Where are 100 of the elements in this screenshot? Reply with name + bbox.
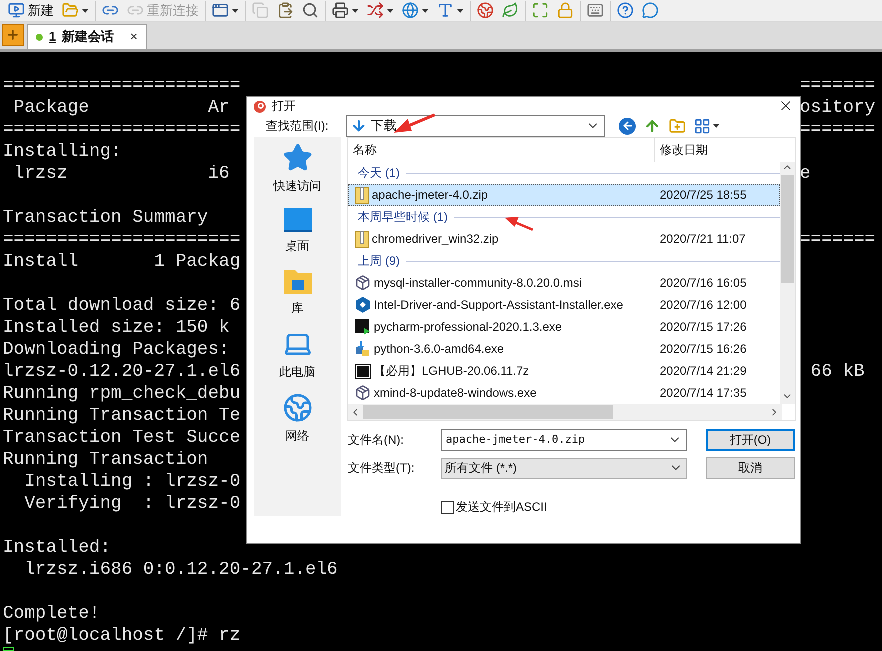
cancel-button[interactable]: 取消 xyxy=(706,457,795,479)
terminal-line: Total download size: 6 xyxy=(3,295,241,317)
file-row[interactable]: apache-jmeter-4.0.zip 2020/7/25 18:55 xyxy=(348,184,780,206)
vertical-scrollbar[interactable] xyxy=(780,162,795,404)
look-in-label: 查找范围(I): xyxy=(266,118,330,135)
hexagon-icon xyxy=(355,297,371,313)
file-row[interactable]: Intel-Driver-and-Support-Assistant-Installer.exe 2020/7/16 12:00 xyxy=(348,294,780,316)
arrow-left-icon xyxy=(622,120,634,132)
file-row[interactable]: 【必用】LGHUB-20.06.11.7z 2020/7/14 21:29 xyxy=(348,360,780,382)
printer-icon xyxy=(332,2,349,19)
horizontal-scrollbar[interactable] xyxy=(348,404,782,420)
terminal-line: Verifying : lrzsz-0 xyxy=(24,493,241,515)
terminal-line: Transaction Summary xyxy=(3,207,208,229)
group-header[interactable]: 本周早些时候 (1) xyxy=(358,208,448,226)
caret-icon xyxy=(713,124,720,128)
file-date: 2020/7/15 16:26 xyxy=(659,341,747,358)
file-name: Intel-Driver-and-Support-Assistant-Installer.exe xyxy=(374,297,624,314)
terminal-line: Running Transaction Te xyxy=(3,405,241,427)
add-tab-button[interactable] xyxy=(2,24,24,46)
terminal-line: 66 kB xyxy=(810,361,865,383)
file-name: chromedriver_win32.zip xyxy=(372,231,499,248)
file-name: pycharm-professional-2020.1.3.exe xyxy=(374,319,562,336)
back-button[interactable] xyxy=(619,118,636,134)
session-tab[interactable]: 1 新建会话 × xyxy=(27,24,147,49)
look-in-value: 下载 xyxy=(371,117,397,136)
close-tab-button[interactable]: × xyxy=(130,27,138,47)
terminal-line: Running rpm_check_debu xyxy=(3,383,241,405)
terminal-line: ======= xyxy=(800,229,876,251)
file-row[interactable]: xmind-8-update8-windows.exe 2020/7/14 17:35 xyxy=(348,382,780,404)
window-icon xyxy=(212,2,229,19)
file-row[interactable]: chromedriver_win32.zip 2020/7/21 11:07 xyxy=(348,228,780,250)
cursor xyxy=(3,647,14,651)
lock-icon xyxy=(557,2,574,19)
installer-icon xyxy=(355,275,371,291)
terminal-line: Running Transaction xyxy=(3,449,208,471)
file-date: 2020/7/25 18:55 xyxy=(659,187,747,204)
terminal-line: Transaction Test Succe xyxy=(3,427,241,449)
place-label: 此电脑 xyxy=(280,364,316,381)
caret-icon xyxy=(82,8,89,12)
file-name-field[interactable]: apache-jmeter-4.0.zip xyxy=(441,429,687,451)
file-name: 【必用】LGHUB-20.06.11.7z xyxy=(374,363,530,380)
group-header[interactable]: 今天 (1) xyxy=(358,164,400,182)
place-item[interactable]: 此电脑 xyxy=(280,329,316,381)
toolbar-button[interactable]: 新建 xyxy=(5,0,57,20)
file-row[interactable]: pycharm-professional-2020.1.3.exe 2020/7/15 17:26 xyxy=(348,316,780,338)
open-button[interactable]: 打开(O) xyxy=(706,429,795,451)
file-name: xmind-8-update8-windows.exe xyxy=(374,385,537,402)
view-menu-button[interactable] xyxy=(694,118,720,134)
star-icon xyxy=(282,143,312,173)
archive-icon xyxy=(355,364,371,378)
terminal-line: Complete! xyxy=(3,603,100,625)
file-date: 2020/7/16 16:05 xyxy=(659,275,747,292)
checkbox[interactable] xyxy=(441,500,454,514)
terminal-line: [root@localhost /]# rz xyxy=(3,625,241,647)
dialog-title: 打开 xyxy=(272,98,296,115)
file-name-label: 文件名(N): xyxy=(347,432,405,449)
file-row[interactable]: python-3.6.0-amd64.exe 2020/7/15 16:26 xyxy=(348,338,780,360)
column-header[interactable]: 名称 xyxy=(348,141,654,159)
place-item[interactable]: 桌面 xyxy=(282,207,312,255)
terminal-line: Install 1 Packag xyxy=(3,251,241,273)
caret-icon xyxy=(422,8,429,12)
group-header[interactable]: 上周 (9) xyxy=(358,252,400,270)
up-folder-icon[interactable] xyxy=(644,118,661,134)
transfer-icon xyxy=(367,2,384,19)
zip-file-icon xyxy=(355,186,369,204)
network-icon xyxy=(282,393,312,423)
file-type-label: 文件类型(T): xyxy=(347,460,416,477)
place-item[interactable]: 快速访问 xyxy=(274,143,322,195)
new-folder-icon[interactable] xyxy=(669,118,686,134)
copy-icon xyxy=(252,2,269,19)
look-in-dropdown[interactable]: 下载 xyxy=(346,115,605,137)
download-icon xyxy=(351,118,367,134)
caret-icon xyxy=(457,8,464,12)
terminal-line: lrzsz i6 xyxy=(12,163,230,185)
file-date: 2020/7/15 17:26 xyxy=(659,319,747,336)
monitor-icon xyxy=(8,2,25,19)
file-row[interactable]: mysql-installer-community-8.0.20.0.msi 2020/7/16 16:05 xyxy=(348,272,780,294)
terminal-line: lrzsz.i686 0:0.12.20-27.1.el6 xyxy=(24,559,338,581)
terminal-line: Installed size: 150 k xyxy=(3,317,230,339)
column-header[interactable]: 修改日期 xyxy=(654,138,708,162)
help-icon xyxy=(617,2,634,19)
globe-icon xyxy=(402,2,419,19)
folder-icon xyxy=(62,2,79,19)
place-item[interactable]: 库 xyxy=(282,267,312,317)
fullscreen-icon xyxy=(532,2,549,19)
font-icon xyxy=(437,2,454,19)
terminal-line: Installed: xyxy=(3,537,112,559)
terminal-line: ======= xyxy=(800,75,876,97)
terminal-line: ====================== xyxy=(3,119,241,141)
place-item[interactable]: 网络 xyxy=(282,393,312,445)
tab-number: 1 xyxy=(49,28,56,46)
file-date: 2020/7/21 11:07 xyxy=(659,231,746,248)
plus-icon xyxy=(6,28,20,42)
tab-label: 新建会话 xyxy=(62,28,114,46)
file-date: 2020/7/14 17:35 xyxy=(659,385,747,402)
file-type-dropdown[interactable]: 所有文件 (*.*) xyxy=(441,458,687,478)
file-name: mysql-installer-community-8.0.20.0.msi xyxy=(374,275,582,292)
terminal-line: e xyxy=(800,163,811,185)
app-icon xyxy=(355,319,371,335)
place-label: 快速访问 xyxy=(274,178,322,195)
